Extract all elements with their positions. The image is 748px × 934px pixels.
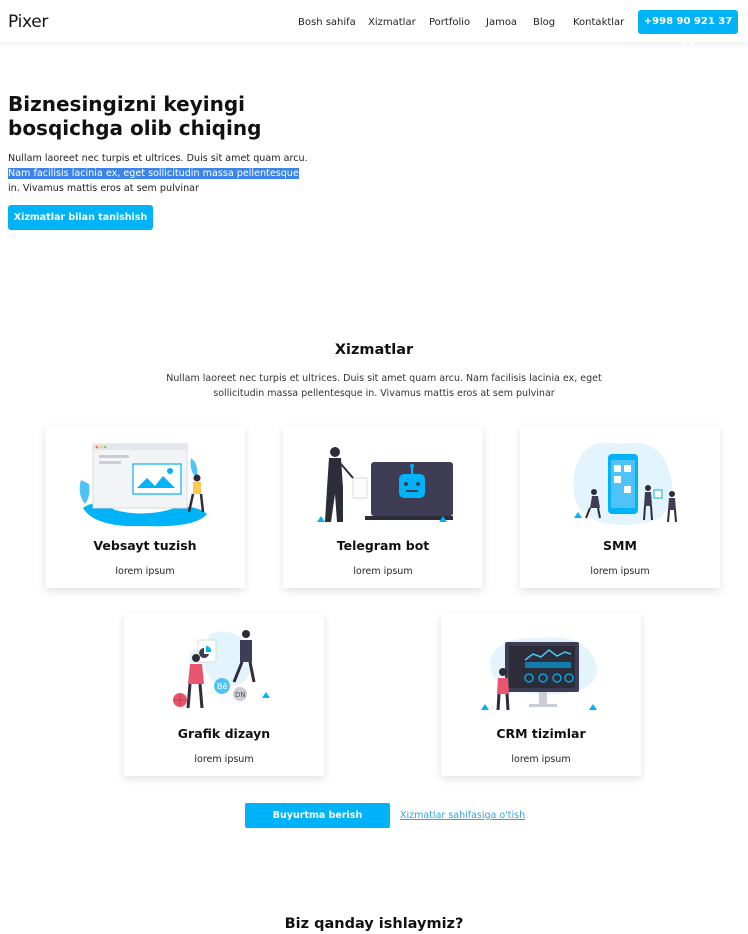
telegram-bot-illustration-icon <box>317 447 453 522</box>
card-desc: lorem ipsum <box>115 566 175 577</box>
nav-services[interactable]: Xizmatlar <box>368 17 416 28</box>
hero-services-button[interactable]: Xizmatlar bilan tanishish <box>8 205 153 230</box>
card-desc: lorem ipsum <box>353 566 413 577</box>
phone-button[interactable]: +998 90 921 37 11 <box>638 10 738 51</box>
card-title: Telegram bot <box>336 538 430 553</box>
navbar: Pixer Bosh sahifa Xizmatlar Portfolio Ja… <box>0 0 748 51</box>
nav-blog[interactable]: Blog <box>533 17 555 28</box>
card-desc: lorem ipsum <box>194 754 254 765</box>
hero-text-part2: in. Vivamus mattis eros at sem pulvinar <box>8 183 199 194</box>
logo[interactable]: Pixer <box>8 12 48 32</box>
crm-illustration-icon <box>481 637 597 711</box>
nav-contacts[interactable]: Kontaktlar <box>573 17 624 28</box>
hero-text-highlight: Nam facilisis lacinia ex, eget sollicitu… <box>8 168 299 179</box>
graphic-design-illustration-icon: Bē DN <box>173 630 270 709</box>
service-card-website[interactable]: Vebsayt tuzish lorem ipsum <box>45 426 245 588</box>
card-title: Grafik dizayn <box>177 726 271 741</box>
services-subtitle: Nullam laoreet nec turpis et ultrices. D… <box>166 373 602 399</box>
how-we-work-title: Biz qanday ishlaymiz? <box>284 916 464 932</box>
hero-text: Nullam laoreet nec turpis et ultrices. D… <box>8 151 308 196</box>
card-title: CRM tizimlar <box>496 726 586 741</box>
service-card-crm[interactable]: CRM tizimlar lorem ipsum <box>441 614 641 776</box>
services-title: Xizmatlar <box>334 342 414 358</box>
svg-text:DN: DN <box>235 691 246 699</box>
services-page-link[interactable]: Xizmatlar sahifasiga o'tish <box>400 810 525 821</box>
card-title: Vebsayt tuzish <box>93 538 197 553</box>
nav-portfolio[interactable]: Portfolio <box>429 17 470 28</box>
svg-text:Bē: Bē <box>217 682 227 691</box>
hero-text-part1: Nullam laoreet nec turpis et ultrices. D… <box>8 153 308 164</box>
service-card-smm[interactable]: SMM lorem ipsum <box>520 426 720 588</box>
nav-team[interactable]: Jamoa <box>486 17 517 28</box>
hero-title: Biznesingizni keyingi bosqichga olib chi… <box>8 92 262 140</box>
card-desc: lorem ipsum <box>511 754 571 765</box>
order-button[interactable]: Buyurtma berish <box>245 803 390 828</box>
nav-home[interactable]: Bosh sahifa <box>298 17 356 28</box>
service-card-graphic-design[interactable]: Bē DN Grafik dizayn lorem ipsum <box>124 614 324 776</box>
card-title: SMM <box>603 538 637 553</box>
card-desc: lorem ipsum <box>590 566 650 577</box>
service-card-telegram-bot[interactable]: Telegram bot lorem ipsum <box>283 426 483 588</box>
smm-illustration-icon <box>573 442 677 526</box>
website-illustration-icon <box>79 443 207 527</box>
